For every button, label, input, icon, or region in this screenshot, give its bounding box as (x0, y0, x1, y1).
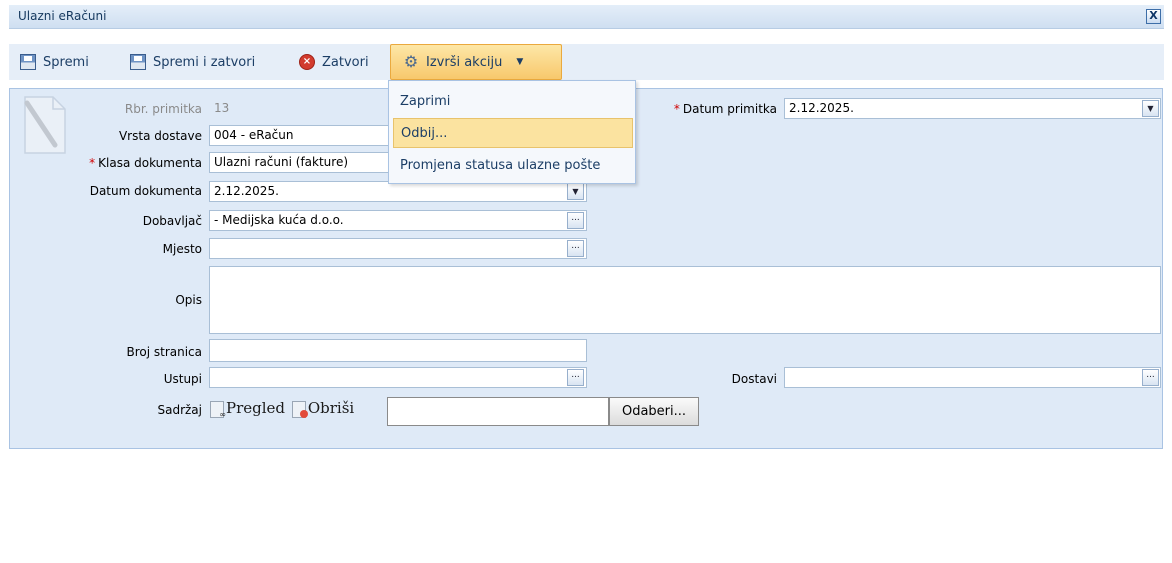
dostavi-label: Dostavi (731, 372, 777, 386)
file-view-icon: ∞ (210, 401, 226, 419)
obrisi-link[interactable]: Obriši (291, 399, 355, 418)
menu-item-zaprimi[interactable]: Zaprimi (393, 87, 633, 117)
close-circle-icon: × (299, 54, 315, 70)
ustupi-label: Ustupi (163, 372, 202, 386)
datum-dokumenta-label: Datum dokumenta (89, 184, 202, 198)
execute-action-label: Izvrši akciju (426, 54, 503, 70)
datum-primitka-field[interactable]: 2.12.2025. (784, 98, 1161, 119)
window-title: Ulazni eRačuni (18, 9, 107, 23)
window-titlebar: Ulazni eRačuni X (9, 5, 1164, 29)
sadrzaj-label: Sadržaj (157, 403, 202, 417)
broj-stranica-field[interactable] (209, 339, 587, 362)
rbr-primitka-label: Rbr. primitka (124, 102, 202, 116)
pregled-label: Pregled (226, 399, 286, 417)
save-and-close-button[interactable]: Spremi i zatvori (130, 44, 255, 80)
save-button[interactable]: Spremi (20, 44, 89, 80)
dobavljac-lookup-button[interactable]: ... (567, 212, 584, 229)
sadrzaj-actions: ∞ Pregled Obriši (210, 399, 355, 419)
menu-item-odbij[interactable]: Odbij... (393, 118, 633, 148)
chevron-down-icon: ▼ (516, 57, 524, 67)
save-and-close-label: Spremi i zatvori (153, 54, 256, 70)
datum-dokumenta-dropdown-icon[interactable]: ▼ (567, 183, 584, 200)
toolbar: Spremi Spremi i zatvori × Zatvori ⚙ Izvr… (9, 44, 1164, 80)
close-icon[interactable]: X (1146, 9, 1161, 24)
execute-action-button[interactable]: ⚙ Izvrši akciju ▼ (390, 44, 562, 80)
dostavi-lookup-button[interactable]: ... (1142, 369, 1159, 386)
vrsta-dostave-label: Vrsta dostave (118, 129, 202, 143)
broj-stranica-label: Broj stranica (126, 345, 202, 359)
required-marker: * (89, 156, 96, 170)
datum-primitka-label-text: Datum primitka (682, 102, 777, 116)
klasa-dokumenta-field[interactable]: Ulazni računi (fakture) (209, 152, 389, 173)
menu-item-promjena-statusa[interactable]: Promjena statusa ulazne pošte (393, 151, 633, 181)
klasa-dokumenta-label: * Klasa dokumenta (89, 156, 202, 170)
floppy-disk-icon (20, 54, 36, 70)
datum-primitka-dropdown-icon[interactable]: ▼ (1142, 100, 1159, 117)
file-delete-icon (291, 401, 308, 418)
dostavi-field[interactable] (784, 367, 1161, 388)
datum-primitka-label: * Datum primitka (674, 102, 777, 116)
opis-textarea[interactable] (209, 266, 1161, 334)
file-path-field[interactable] (387, 397, 609, 426)
mjesto-label: Mjesto (162, 242, 202, 256)
dobavljac-label: Dobavljač (142, 214, 202, 228)
action-dropdown-menu: Zaprimi Odbij... Promjena statusa ulazne… (388, 80, 636, 184)
gear-icon: ⚙ (403, 52, 419, 71)
floppy-disk-icon (130, 54, 146, 70)
close-button-label: Zatvori (322, 54, 369, 70)
mjesto-lookup-button[interactable]: ... (567, 240, 584, 257)
odaberi-button[interactable]: Odaberi... (609, 397, 699, 426)
pregled-link[interactable]: ∞ Pregled (210, 399, 289, 419)
close-button[interactable]: × Zatvori (299, 44, 369, 80)
klasa-dokumenta-label-text: Klasa dokumenta (98, 156, 202, 170)
document-pencil-icon (24, 96, 66, 154)
save-button-label: Spremi (43, 54, 89, 70)
vrsta-dostave-field[interactable]: 004 - eRačun (209, 125, 389, 146)
ustupi-lookup-button[interactable]: ... (567, 369, 584, 386)
ustupi-field[interactable] (209, 367, 587, 388)
opis-label: Opis (175, 293, 202, 307)
datum-dokumenta-field[interactable]: 2.12.2025. (209, 181, 587, 202)
obrisi-label: Obriši (307, 399, 355, 417)
rbr-primitka-field: 13 (209, 98, 389, 119)
required-marker: * (673, 102, 680, 116)
mjesto-field[interactable] (209, 238, 587, 259)
dobavljac-field[interactable]: - Medijska kuća d.o.o. (209, 210, 587, 231)
